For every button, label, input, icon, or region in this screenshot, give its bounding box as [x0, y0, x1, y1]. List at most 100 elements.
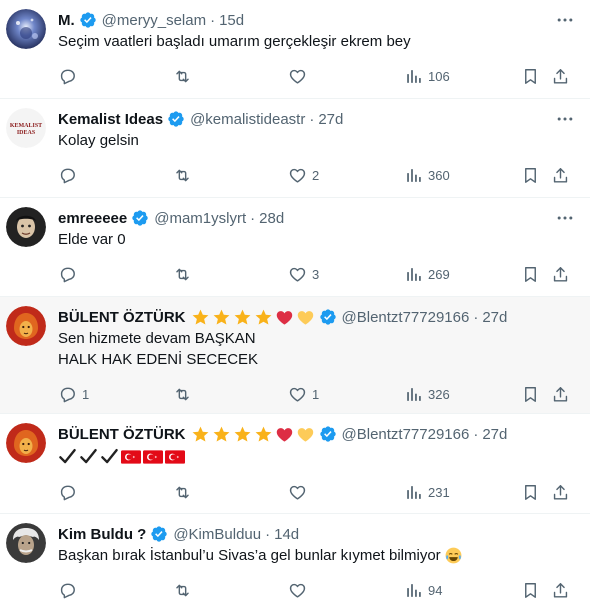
- retweet-button[interactable]: [173, 265, 197, 284]
- share-button[interactable]: [551, 581, 570, 600]
- reply-icon: [60, 387, 75, 403]
- user-handle[interactable]: @Blentzt77729166: [342, 426, 470, 443]
- reply-button[interactable]: [58, 581, 82, 600]
- share-button[interactable]: [551, 385, 570, 404]
- share-button[interactable]: [551, 67, 570, 86]
- separator-dot: ·: [250, 209, 256, 227]
- reply-icon: [60, 69, 75, 85]
- retweet-button[interactable]: [173, 166, 197, 185]
- bookmark-icon: [525, 387, 536, 402]
- bookmark-icon: [525, 69, 536, 84]
- reply-icon: [60, 583, 75, 599]
- name-emojis: [191, 308, 315, 327]
- timestamp[interactable]: 15d: [219, 12, 244, 29]
- display-name[interactable]: BÜLENT ÖZTÜRK: [58, 309, 186, 326]
- retweet-icon: [176, 268, 189, 281]
- avatar[interactable]: [6, 523, 46, 563]
- like-button[interactable]: [288, 67, 312, 86]
- reply-button[interactable]: [58, 166, 82, 185]
- share-button[interactable]: [551, 166, 570, 185]
- tweet-actions: 2 360: [58, 151, 574, 203]
- like-button[interactable]: [288, 581, 312, 600]
- timestamp[interactable]: 27d: [482, 309, 507, 326]
- views-button[interactable]: 94: [404, 581, 442, 600]
- red-heart-icon: [276, 427, 292, 442]
- heart-icon: [289, 583, 306, 598]
- views-button[interactable]: 231: [404, 483, 450, 502]
- reply-button[interactable]: [58, 265, 82, 284]
- retweet-button[interactable]: [173, 581, 197, 600]
- bookmark-button[interactable]: [521, 385, 540, 404]
- analytics-icon: [407, 70, 421, 83]
- tweet-text-line: Seçim vaatleri başladı umarım gerçekleşi…: [58, 33, 411, 50]
- tweet[interactable]: emreeeee @mam1yslyrt · 28d Elde var 0 3 …: [0, 198, 590, 297]
- more-options-icon[interactable]: [554, 109, 576, 129]
- share-button[interactable]: [551, 265, 570, 284]
- tweet[interactable]: KEMALIST IDEAS Kemalist Ideas @kemalistid…: [0, 99, 590, 198]
- views-button[interactable]: 326: [404, 385, 450, 404]
- reply-icon: [60, 485, 75, 501]
- retweet-button[interactable]: [173, 483, 197, 502]
- like-button[interactable]: [288, 483, 312, 502]
- retweet-button[interactable]: [173, 385, 197, 404]
- retweet-button[interactable]: [173, 67, 197, 86]
- timestamp[interactable]: 28d: [259, 210, 284, 227]
- display-name[interactable]: BÜLENT ÖZTÜRK: [58, 426, 186, 443]
- bookmark-button[interactable]: [521, 581, 540, 600]
- timestamp[interactable]: 14d: [274, 526, 299, 543]
- bookmark-button[interactable]: [521, 265, 540, 284]
- like-button[interactable]: 1: [288, 385, 319, 404]
- bookmark-button[interactable]: [521, 483, 540, 502]
- avatar[interactable]: KEMALIST IDEAS: [6, 108, 46, 148]
- avatar[interactable]: [6, 9, 46, 49]
- views-button[interactable]: 269: [404, 265, 450, 284]
- check-mark-icon: [59, 448, 76, 464]
- share-button[interactable]: [551, 483, 570, 502]
- verified-badge-icon: [319, 426, 336, 442]
- user-handle[interactable]: @meryy_selam: [102, 12, 206, 29]
- display-name[interactable]: emreeeee: [58, 210, 127, 227]
- tweet[interactable]: M. @meryy_selam · 15d Seçim vaatleri baş…: [0, 0, 590, 99]
- share-icon: [553, 168, 568, 183]
- bookmark-button[interactable]: [521, 166, 540, 185]
- tweet-text: Kolay gelsin: [58, 130, 574, 151]
- avatar[interactable]: [6, 306, 46, 346]
- heart-icon: [289, 267, 306, 282]
- more-options-icon[interactable]: [554, 208, 576, 228]
- views-button[interactable]: 106: [404, 67, 450, 86]
- heart-icon: [289, 387, 306, 402]
- timestamp[interactable]: 27d: [318, 111, 343, 128]
- verified-badge-icon: [151, 526, 168, 542]
- tweet[interactable]: BÜLENT ÖZTÜRK @Blentzt77729166 · 27d Sen…: [0, 297, 590, 414]
- user-handle[interactable]: @Blentzt77729166: [342, 309, 470, 326]
- user-handle[interactable]: @KimBulduu: [173, 526, 261, 543]
- tweet[interactable]: Kim Buldu ? @KimBulduu · 14d Başkan bıra…: [0, 514, 590, 607]
- check-mark-icon: [101, 448, 118, 464]
- display-name[interactable]: Kim Buldu ?: [58, 526, 146, 543]
- display-name[interactable]: Kemalist Ideas: [58, 111, 163, 128]
- timestamp[interactable]: 27d: [482, 426, 507, 443]
- tweet-text-line: Elde var 0: [58, 231, 126, 248]
- yellow-heart-icon: [297, 310, 313, 325]
- verified-badge-icon: [132, 210, 148, 226]
- display-name[interactable]: M.: [58, 12, 75, 29]
- reply-button[interactable]: 1: [58, 385, 89, 404]
- analytics-icon: [407, 268, 421, 281]
- avatar[interactable]: [6, 423, 46, 463]
- tweet-actions: 231: [58, 468, 574, 520]
- retweet-icon: [176, 486, 189, 499]
- like-button[interactable]: 2: [288, 166, 319, 185]
- tweet-text-line: Sen hizmete devam BAŞKAN: [58, 330, 256, 347]
- avatar[interactable]: [6, 207, 46, 247]
- more-options-icon[interactable]: [554, 10, 576, 30]
- turkey-flag-icon: [143, 449, 163, 464]
- user-handle[interactable]: @mam1yslyrt: [154, 210, 246, 227]
- bookmark-button[interactable]: [521, 67, 540, 86]
- reply-button[interactable]: [58, 67, 82, 86]
- reply-button[interactable]: [58, 483, 82, 502]
- user-handle[interactable]: @kemalistideastr: [190, 111, 305, 128]
- like-button[interactable]: 3: [288, 265, 319, 284]
- views-button[interactable]: 360: [404, 166, 450, 185]
- tweet-text-line: Başkan bırak İstanbul’u Sivas’a gel bunl…: [58, 547, 441, 564]
- tweet[interactable]: BÜLENT ÖZTÜRK @Blentzt77729166 · 27d 231: [0, 414, 590, 514]
